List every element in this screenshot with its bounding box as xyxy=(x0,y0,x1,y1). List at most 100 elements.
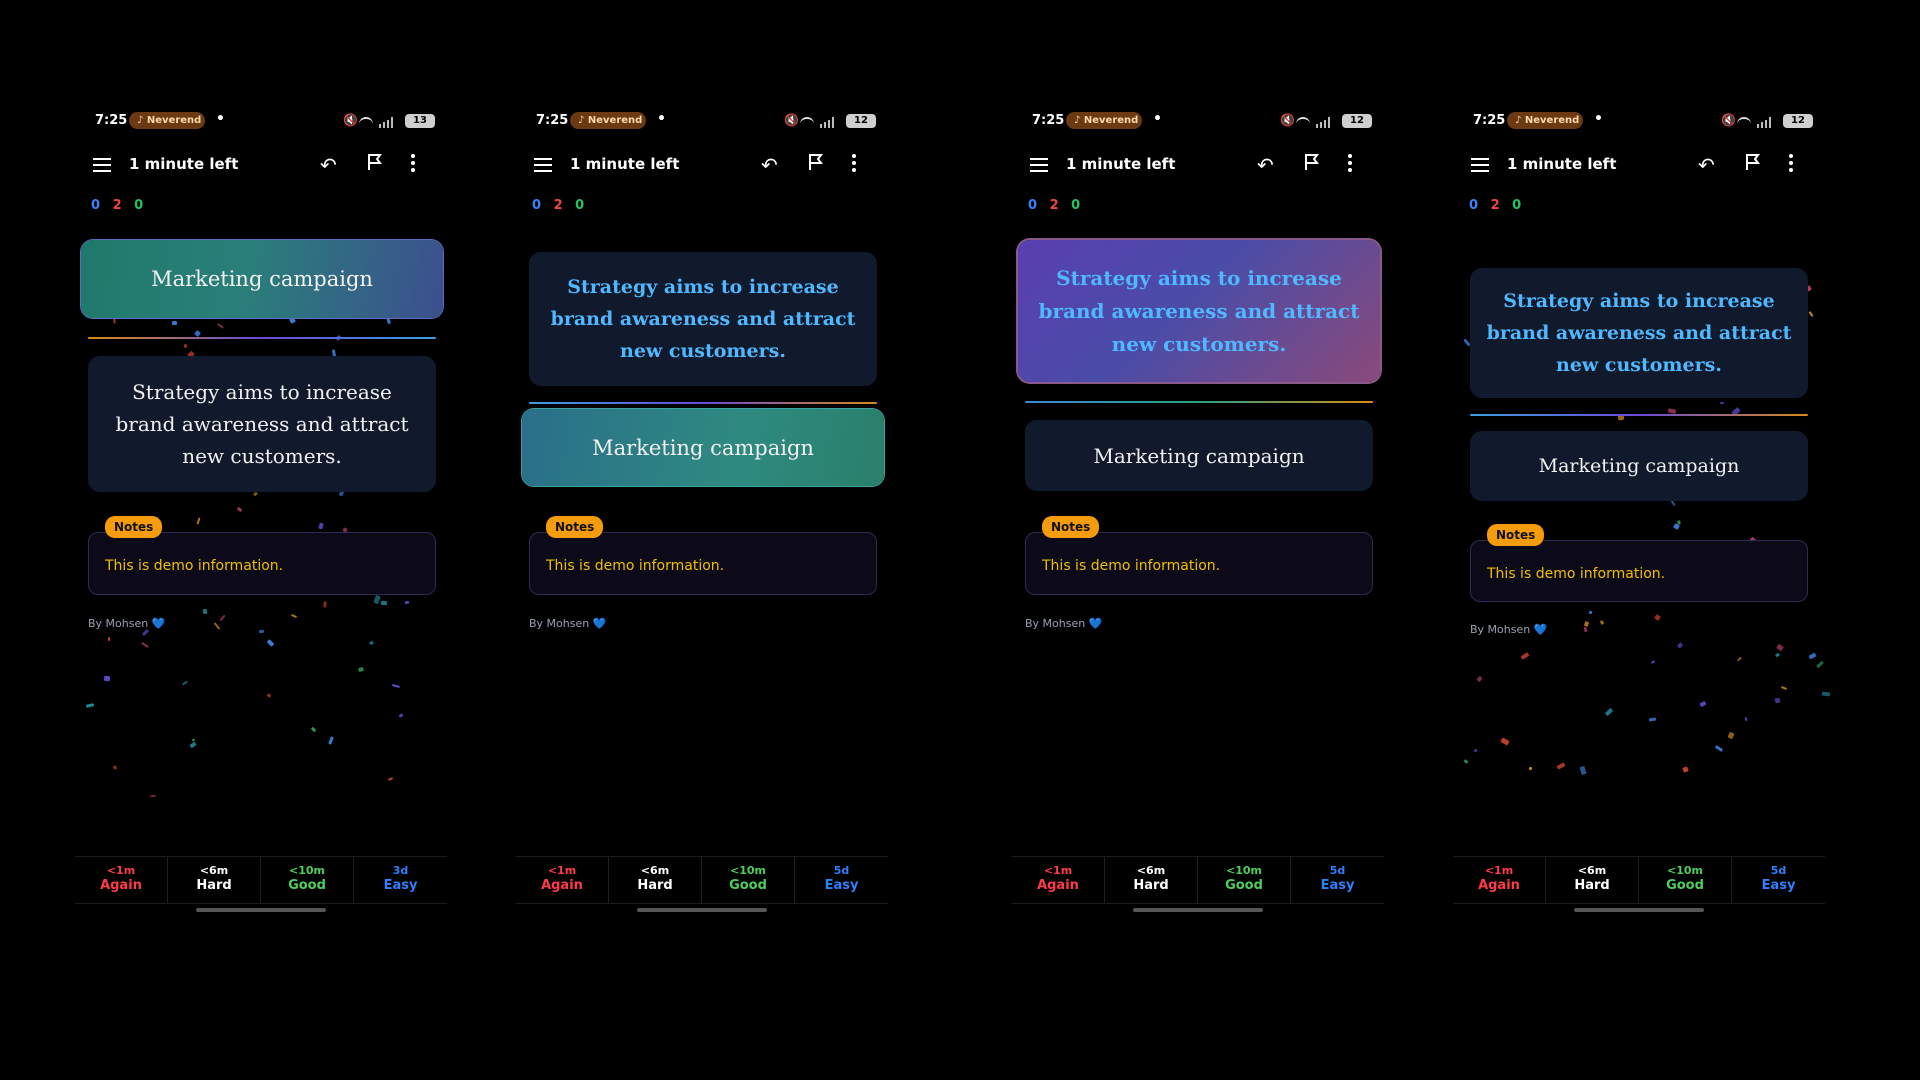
confetti-piece xyxy=(1520,652,1530,660)
good-button[interactable]: <10m Good xyxy=(1639,857,1732,903)
confetti-piece xyxy=(358,666,364,673)
hard-button[interactable]: <6m Hard xyxy=(1105,857,1198,903)
home-indicator[interactable] xyxy=(1574,908,1704,912)
again-interval: <1m xyxy=(106,864,136,877)
confetti-piece xyxy=(369,640,374,646)
menu-icon[interactable] xyxy=(1471,158,1489,172)
menu-icon[interactable] xyxy=(1030,158,1048,172)
front-card-text: Marketing campaign xyxy=(151,267,373,291)
flag-icon[interactable] xyxy=(808,153,824,171)
media-pill[interactable]: ♪ Neverend xyxy=(129,112,205,129)
hard-button[interactable]: <6m Hard xyxy=(1546,857,1639,903)
status-time: 7:25 xyxy=(1473,113,1506,128)
front-card-text: Strategy aims to increase brand awarenes… xyxy=(550,276,856,362)
review-toolbar: 1 minute left ↶ xyxy=(1453,150,1833,180)
confetti-piece xyxy=(196,517,201,525)
back-card[interactable]: Marketing campaign xyxy=(1470,431,1808,501)
good-interval: <10m xyxy=(1667,864,1703,877)
undo-icon[interactable]: ↶ xyxy=(1698,153,1715,177)
confetti-piece xyxy=(266,639,275,647)
front-card[interactable]: Strategy aims to increase brand awarenes… xyxy=(529,252,877,386)
confetti-piece xyxy=(181,680,189,686)
back-card-text: Marketing campaign xyxy=(592,435,814,460)
easy-button[interactable]: 5d Easy xyxy=(1291,857,1384,903)
home-indicator[interactable] xyxy=(196,908,326,912)
more-options-icon[interactable] xyxy=(1348,154,1352,172)
wifi-icon xyxy=(800,117,814,129)
again-button[interactable]: <1m Again xyxy=(1453,857,1546,903)
confetti-piece xyxy=(171,320,178,326)
confetti-piece xyxy=(141,628,150,637)
media-pill[interactable]: ♪ Neverend xyxy=(1066,112,1142,129)
count-learn: 2 xyxy=(112,198,122,213)
flag-icon[interactable] xyxy=(1304,153,1320,171)
wifi-icon xyxy=(1737,117,1751,129)
more-options-icon[interactable] xyxy=(411,154,415,172)
front-card[interactable]: Strategy aims to increase brand awarenes… xyxy=(1018,240,1380,382)
good-button[interactable]: <10m Good xyxy=(702,857,795,903)
flag-icon[interactable] xyxy=(367,153,383,171)
confetti-piece xyxy=(236,506,243,513)
again-button[interactable]: <1m Again xyxy=(75,857,168,903)
hard-interval: <6m xyxy=(199,864,229,877)
hard-button[interactable]: <6m Hard xyxy=(168,857,261,903)
good-label: Good xyxy=(1225,878,1263,893)
confetti-piece xyxy=(253,491,258,497)
good-button[interactable]: <10m Good xyxy=(261,857,354,903)
confetti-piece xyxy=(1677,520,1681,525)
more-options-icon[interactable] xyxy=(852,154,856,172)
count-new: 0 xyxy=(1469,198,1479,213)
notes-box: This is demo information. xyxy=(1025,532,1373,595)
confetti-piece xyxy=(318,522,324,530)
media-pill[interactable]: ♪ Neverend xyxy=(570,112,646,129)
good-interval: <10m xyxy=(1226,864,1262,877)
notes-text: This is demo information. xyxy=(1487,566,1666,582)
signal-icon xyxy=(1757,117,1775,128)
good-button[interactable]: <10m Good xyxy=(1198,857,1291,903)
undo-icon[interactable]: ↶ xyxy=(320,153,337,177)
media-pill[interactable]: ♪ Neverend xyxy=(1507,112,1583,129)
notes-text: This is demo information. xyxy=(546,558,725,574)
notes-text: This is demo information. xyxy=(1042,558,1221,574)
front-card[interactable]: Strategy aims to increase brand awarenes… xyxy=(1470,268,1808,398)
confetti-piece xyxy=(1556,762,1566,770)
confetti-piece xyxy=(112,765,118,770)
easy-label: Easy xyxy=(824,878,859,893)
undo-icon[interactable]: ↶ xyxy=(761,153,778,177)
easy-button[interactable]: 3d Easy xyxy=(354,857,447,903)
signal-icon xyxy=(1316,117,1334,128)
easy-button[interactable]: 5d Easy xyxy=(795,857,888,903)
back-card[interactable]: Strategy aims to increase brand awarenes… xyxy=(88,356,436,492)
easy-button[interactable]: 5d Easy xyxy=(1732,857,1825,903)
confetti-piece xyxy=(1775,652,1780,658)
back-card[interactable]: Marketing campaign xyxy=(522,409,884,486)
again-button[interactable]: <1m Again xyxy=(1012,857,1105,903)
menu-icon[interactable] xyxy=(534,158,552,172)
heart-icon: 💙 xyxy=(592,617,607,630)
menu-icon[interactable] xyxy=(93,158,111,172)
confetti-piece xyxy=(1500,737,1510,746)
hard-button[interactable]: <6m Hard xyxy=(609,857,702,903)
good-label: Good xyxy=(1666,878,1704,893)
card-counts: 0 2 0 xyxy=(532,198,592,213)
notes-box: This is demo information. xyxy=(88,532,436,595)
home-indicator[interactable] xyxy=(1133,908,1263,912)
home-indicator[interactable] xyxy=(637,908,767,912)
confetti-piece xyxy=(217,323,224,329)
confetti-piece xyxy=(1476,675,1483,683)
toolbar-title: 1 minute left xyxy=(1066,155,1176,173)
system-icons: 🔇 13 xyxy=(343,113,435,130)
undo-icon[interactable]: ↶ xyxy=(1257,153,1274,177)
mute-icon: 🔇 xyxy=(784,113,799,127)
notification-dot: • xyxy=(657,111,666,127)
battery-icon: 13 xyxy=(405,114,435,128)
flag-icon[interactable] xyxy=(1745,153,1761,171)
again-button[interactable]: <1m Again xyxy=(516,857,609,903)
toolbar-title: 1 minute left xyxy=(129,155,239,173)
confetti-piece xyxy=(1714,745,1724,752)
more-options-icon[interactable] xyxy=(1789,154,1793,172)
front-card[interactable]: Marketing campaign xyxy=(81,240,443,318)
back-card[interactable]: Marketing campaign xyxy=(1025,420,1373,491)
status-bar: 7:25 ♪ Neverend • 🔇 12 xyxy=(1012,111,1392,131)
confetti-piece xyxy=(193,329,202,338)
